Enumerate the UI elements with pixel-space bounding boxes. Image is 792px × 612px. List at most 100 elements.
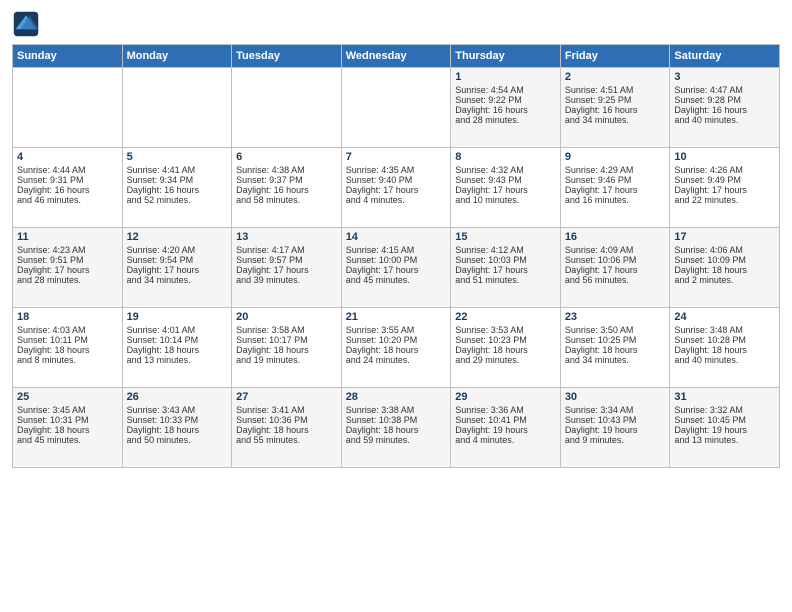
day-info: Sunrise: 3:34 AM bbox=[565, 405, 666, 415]
day-info: and 16 minutes. bbox=[565, 195, 666, 205]
day-cell: 16Sunrise: 4:09 AMSunset: 10:06 PMDaylig… bbox=[560, 228, 670, 308]
calendar-table: SundayMondayTuesdayWednesdayThursdayFrid… bbox=[12, 44, 780, 468]
day-info: Sunrise: 3:48 AM bbox=[674, 325, 775, 335]
day-info: Sunset: 10:06 PM bbox=[565, 255, 666, 265]
day-info: Sunset: 10:31 PM bbox=[17, 415, 118, 425]
day-info: Sunset: 10:09 PM bbox=[674, 255, 775, 265]
day-info: and 50 minutes. bbox=[127, 435, 228, 445]
day-cell: 27Sunrise: 3:41 AMSunset: 10:36 PMDaylig… bbox=[232, 388, 342, 468]
day-cell: 17Sunrise: 4:06 AMSunset: 10:09 PMDaylig… bbox=[670, 228, 780, 308]
day-number: 1 bbox=[455, 71, 556, 83]
week-row-0: 1Sunrise: 4:54 AMSunset: 9:22 PMDaylight… bbox=[13, 68, 780, 148]
day-info: Sunrise: 4:09 AM bbox=[565, 245, 666, 255]
day-info: Sunset: 10:41 PM bbox=[455, 415, 556, 425]
day-info: and 13 minutes. bbox=[127, 355, 228, 365]
day-number: 6 bbox=[236, 151, 337, 163]
day-number: 19 bbox=[127, 311, 228, 323]
day-info: and 13 minutes. bbox=[674, 435, 775, 445]
day-info: Sunset: 9:37 PM bbox=[236, 175, 337, 185]
day-info: Daylight: 18 hours bbox=[127, 345, 228, 355]
day-cell: 4Sunrise: 4:44 AMSunset: 9:31 PMDaylight… bbox=[13, 148, 123, 228]
day-info: Sunset: 10:17 PM bbox=[236, 335, 337, 345]
day-info: Sunset: 9:22 PM bbox=[455, 95, 556, 105]
day-number: 12 bbox=[127, 231, 228, 243]
day-number: 14 bbox=[346, 231, 447, 243]
day-number: 16 bbox=[565, 231, 666, 243]
day-number: 17 bbox=[674, 231, 775, 243]
day-cell: 7Sunrise: 4:35 AMSunset: 9:40 PMDaylight… bbox=[341, 148, 451, 228]
day-info: and 40 minutes. bbox=[674, 115, 775, 125]
week-row-1: 4Sunrise: 4:44 AMSunset: 9:31 PMDaylight… bbox=[13, 148, 780, 228]
day-info: Sunset: 9:31 PM bbox=[17, 175, 118, 185]
day-info: Daylight: 18 hours bbox=[346, 345, 447, 355]
week-row-3: 18Sunrise: 4:03 AMSunset: 10:11 PMDaylig… bbox=[13, 308, 780, 388]
day-info: Sunrise: 4:51 AM bbox=[565, 85, 666, 95]
day-number: 28 bbox=[346, 391, 447, 403]
calendar-container: SundayMondayTuesdayWednesdayThursdayFrid… bbox=[0, 0, 792, 612]
day-info: Daylight: 18 hours bbox=[17, 345, 118, 355]
day-info: Daylight: 18 hours bbox=[455, 345, 556, 355]
day-info: Sunrise: 3:36 AM bbox=[455, 405, 556, 415]
day-info: Sunrise: 4:47 AM bbox=[674, 85, 775, 95]
day-info: and 24 minutes. bbox=[346, 355, 447, 365]
day-info: Sunrise: 4:44 AM bbox=[17, 165, 118, 175]
day-info: and 40 minutes. bbox=[674, 355, 775, 365]
day-header-saturday: Saturday bbox=[670, 45, 780, 68]
day-info: Sunrise: 4:03 AM bbox=[17, 325, 118, 335]
day-info: Daylight: 17 hours bbox=[565, 185, 666, 195]
day-header-monday: Monday bbox=[122, 45, 232, 68]
day-cell: 3Sunrise: 4:47 AMSunset: 9:28 PMDaylight… bbox=[670, 68, 780, 148]
day-info: Sunrise: 3:55 AM bbox=[346, 325, 447, 335]
week-row-4: 25Sunrise: 3:45 AMSunset: 10:31 PMDaylig… bbox=[13, 388, 780, 468]
day-info: Sunset: 9:40 PM bbox=[346, 175, 447, 185]
day-cell: 20Sunrise: 3:58 AMSunset: 10:17 PMDaylig… bbox=[232, 308, 342, 388]
day-info: and 10 minutes. bbox=[455, 195, 556, 205]
day-info: Daylight: 18 hours bbox=[17, 425, 118, 435]
day-info: Sunrise: 4:15 AM bbox=[346, 245, 447, 255]
day-cell: 21Sunrise: 3:55 AMSunset: 10:20 PMDaylig… bbox=[341, 308, 451, 388]
day-info: Sunset: 9:34 PM bbox=[127, 175, 228, 185]
day-cell: 1Sunrise: 4:54 AMSunset: 9:22 PMDaylight… bbox=[451, 68, 561, 148]
header-row: SundayMondayTuesdayWednesdayThursdayFrid… bbox=[13, 45, 780, 68]
day-info: Sunset: 9:46 PM bbox=[565, 175, 666, 185]
day-cell: 31Sunrise: 3:32 AMSunset: 10:45 PMDaylig… bbox=[670, 388, 780, 468]
day-header-wednesday: Wednesday bbox=[341, 45, 451, 68]
day-cell: 14Sunrise: 4:15 AMSunset: 10:00 PMDaylig… bbox=[341, 228, 451, 308]
day-info: Daylight: 17 hours bbox=[455, 265, 556, 275]
day-cell: 15Sunrise: 4:12 AMSunset: 10:03 PMDaylig… bbox=[451, 228, 561, 308]
day-info: Sunrise: 3:45 AM bbox=[17, 405, 118, 415]
day-cell: 30Sunrise: 3:34 AMSunset: 10:43 PMDaylig… bbox=[560, 388, 670, 468]
day-info: Sunset: 10:43 PM bbox=[565, 415, 666, 425]
day-info: Daylight: 17 hours bbox=[674, 185, 775, 195]
day-info: Daylight: 16 hours bbox=[565, 105, 666, 115]
day-cell: 6Sunrise: 4:38 AMSunset: 9:37 PMDaylight… bbox=[232, 148, 342, 228]
day-info: Sunset: 9:54 PM bbox=[127, 255, 228, 265]
day-number: 2 bbox=[565, 71, 666, 83]
day-info: Daylight: 17 hours bbox=[236, 265, 337, 275]
day-info: Sunset: 10:20 PM bbox=[346, 335, 447, 345]
day-info: Sunset: 9:57 PM bbox=[236, 255, 337, 265]
day-info: Sunrise: 4:38 AM bbox=[236, 165, 337, 175]
day-number: 31 bbox=[674, 391, 775, 403]
day-info: Daylight: 18 hours bbox=[236, 425, 337, 435]
day-cell bbox=[122, 68, 232, 148]
day-info: and 34 minutes. bbox=[565, 355, 666, 365]
day-info: Sunrise: 4:17 AM bbox=[236, 245, 337, 255]
day-info: Daylight: 19 hours bbox=[455, 425, 556, 435]
day-info: and 4 minutes. bbox=[455, 435, 556, 445]
day-info: Sunset: 10:25 PM bbox=[565, 335, 666, 345]
day-cell bbox=[232, 68, 342, 148]
day-cell bbox=[341, 68, 451, 148]
day-info: and 2 minutes. bbox=[674, 275, 775, 285]
day-info: Sunset: 10:28 PM bbox=[674, 335, 775, 345]
day-cell: 25Sunrise: 3:45 AMSunset: 10:31 PMDaylig… bbox=[13, 388, 123, 468]
day-info: Sunset: 10:14 PM bbox=[127, 335, 228, 345]
day-info: Daylight: 16 hours bbox=[455, 105, 556, 115]
day-number: 29 bbox=[455, 391, 556, 403]
day-info: Sunrise: 4:06 AM bbox=[674, 245, 775, 255]
day-info: and 19 minutes. bbox=[236, 355, 337, 365]
day-info: Daylight: 17 hours bbox=[17, 265, 118, 275]
day-cell: 9Sunrise: 4:29 AMSunset: 9:46 PMDaylight… bbox=[560, 148, 670, 228]
day-info: Daylight: 17 hours bbox=[455, 185, 556, 195]
logo-icon bbox=[12, 10, 40, 38]
